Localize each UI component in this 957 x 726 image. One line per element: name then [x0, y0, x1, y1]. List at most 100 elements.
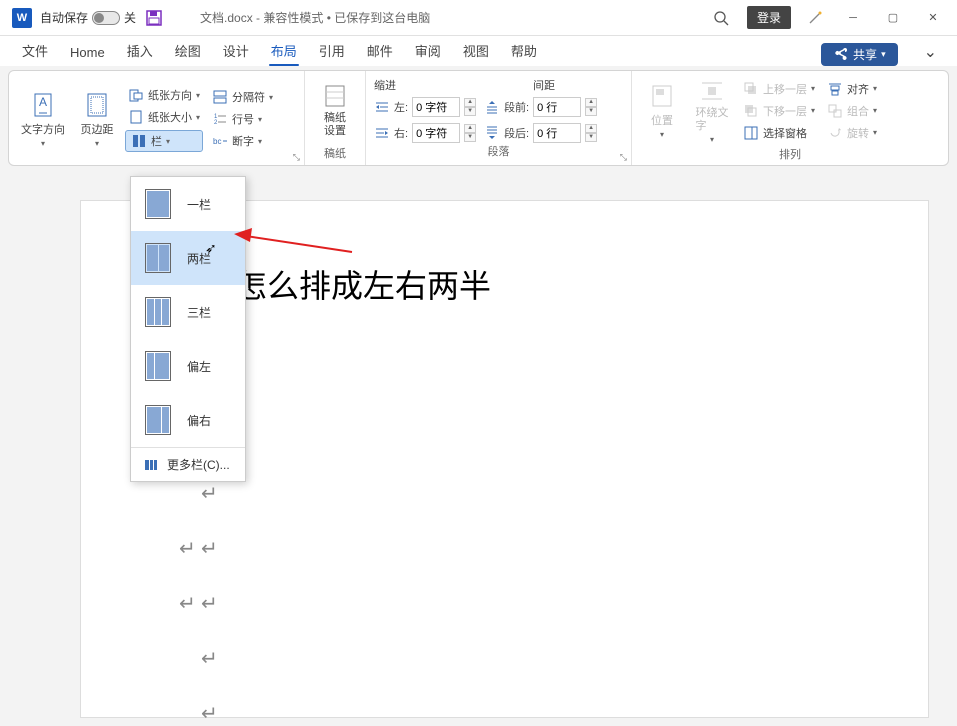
- more-columns-icon: [143, 457, 159, 473]
- columns-option-right[interactable]: 偏右: [131, 393, 245, 447]
- spinner[interactable]: ▲▼: [585, 98, 597, 116]
- position-label: 位置: [651, 112, 673, 128]
- space-before[interactable]: 段前: ▲▼: [484, 97, 597, 117]
- columns-option-one[interactable]: 一栏: [131, 177, 245, 231]
- autosave-switch-icon[interactable]: [92, 11, 120, 25]
- space-before-input[interactable]: [533, 97, 581, 117]
- close-button[interactable]: ✕: [913, 11, 953, 24]
- tab-review[interactable]: 审阅: [405, 37, 451, 66]
- group-title-manuscript: 稿纸: [313, 145, 357, 163]
- columns-option-left[interactable]: 偏左: [131, 339, 245, 393]
- space-before-icon: [484, 99, 500, 115]
- align-label: 对齐: [847, 81, 869, 97]
- manuscript-label: 稿纸 设置: [324, 112, 346, 138]
- autosave-state: 关: [124, 9, 136, 26]
- paragraph-mark: ↵: [201, 646, 218, 671]
- ribbon-tabs: 文件 Home 插入 绘图 设计 布局 引用 邮件 审阅 视图 帮助 共享 ▾ …: [0, 36, 957, 66]
- tab-file[interactable]: 文件: [12, 37, 58, 66]
- group-manuscript: 稿纸 设置 稿纸: [305, 71, 366, 165]
- share-dropdown-icon: ▾: [881, 49, 886, 60]
- columns-option-three[interactable]: 三栏: [131, 285, 245, 339]
- tab-help[interactable]: 帮助: [501, 37, 547, 66]
- more-columns-label: 更多栏(C)...: [167, 456, 230, 473]
- orientation-icon: [128, 87, 144, 103]
- manuscript-settings-button[interactable]: 稿纸 设置: [313, 75, 357, 145]
- columns-option-label: 偏右: [187, 412, 211, 429]
- ribbon: A 文字方向 ▾ 页边距 ▾ 纸张方向▾ 纸张大小▾: [8, 70, 949, 166]
- columns-option-two[interactable]: 两栏: [131, 231, 245, 285]
- indent-left-icon: [374, 99, 390, 115]
- save-icon[interactable]: [146, 10, 162, 26]
- text-direction-label: 文字方向: [21, 121, 65, 137]
- tab-view[interactable]: 视图: [453, 37, 499, 66]
- paper-size-button[interactable]: 纸张大小▾: [125, 108, 203, 126]
- group-title-paragraph: 段落: [374, 143, 623, 161]
- page-setup-launcher-icon[interactable]: ⤡: [293, 152, 300, 163]
- indent-right-label: 右:: [394, 125, 408, 141]
- indent-right-input[interactable]: [412, 123, 460, 143]
- hyphenation-icon: bc: [212, 133, 228, 149]
- columns-dropdown-menu: 一栏 两栏 三栏 偏左 偏右 更多栏(C)...: [130, 176, 246, 482]
- tab-layout[interactable]: 布局: [261, 37, 307, 66]
- manuscript-icon: [321, 82, 349, 110]
- group-title-arrange: 排列: [640, 146, 940, 164]
- paragraph-launcher-icon[interactable]: ⤡: [620, 152, 627, 163]
- selection-pane-button[interactable]: 选择窗格: [740, 124, 818, 142]
- svg-text:2: 2: [214, 120, 218, 126]
- rotate-button: 旋转▾: [824, 124, 880, 142]
- document-title: 文档.docx - 兼容性模式 • 已保存到这台电脑: [200, 9, 430, 26]
- wrap-text-button: 环绕文 字▾: [690, 75, 734, 146]
- spinner[interactable]: ▲▼: [464, 124, 476, 142]
- spinner[interactable]: ▲▼: [464, 98, 476, 116]
- maximize-button[interactable]: ▢: [873, 11, 913, 24]
- send-backward-icon: [743, 103, 759, 119]
- hyphenation-button[interactable]: bc 断字▾: [209, 132, 276, 150]
- line-numbers-button[interactable]: 12 行号▾: [209, 110, 276, 128]
- line-numbers-icon: 12: [212, 111, 228, 127]
- space-after-label: 段后:: [504, 125, 529, 141]
- indent-left-input[interactable]: [412, 97, 460, 117]
- space-after[interactable]: 段后: ▲▼: [484, 123, 597, 143]
- wrap-text-icon: [698, 77, 726, 105]
- magic-wand-icon[interactable]: [807, 10, 823, 26]
- rotate-icon: [827, 125, 843, 141]
- collapse-ribbon-button[interactable]: ⌄: [916, 38, 945, 66]
- space-after-input[interactable]: [533, 123, 581, 143]
- tab-home[interactable]: Home: [60, 41, 115, 66]
- paper-size-label: 纸张大小: [148, 109, 192, 125]
- columns-icon: [131, 133, 147, 149]
- columns-option-label: 三栏: [187, 304, 211, 321]
- autosave-toggle[interactable]: 自动保存 关: [40, 9, 136, 26]
- tab-insert[interactable]: 插入: [117, 37, 163, 66]
- columns-option-label: 偏左: [187, 358, 211, 375]
- margins-button[interactable]: 页边距 ▾: [75, 75, 119, 163]
- tab-draw[interactable]: 绘图: [165, 37, 211, 66]
- orientation-button[interactable]: 纸张方向▾: [125, 86, 203, 104]
- spinner[interactable]: ▲▼: [585, 124, 597, 142]
- tab-mail[interactable]: 邮件: [357, 37, 403, 66]
- svg-text:bc: bc: [213, 137, 221, 146]
- search-icon[interactable]: [713, 10, 729, 26]
- tab-design[interactable]: 设计: [213, 37, 259, 66]
- orientation-label: 纸张方向: [148, 87, 192, 103]
- indent-right[interactable]: 右: ▲▼: [374, 123, 476, 143]
- align-button[interactable]: 对齐▾: [824, 80, 880, 98]
- columns-more-option[interactable]: 更多栏(C)...: [131, 447, 245, 481]
- tab-references[interactable]: 引用: [309, 37, 355, 66]
- breaks-button[interactable]: 分隔符▾: [209, 88, 276, 106]
- position-icon: [648, 82, 676, 110]
- annotation-arrow: [234, 228, 354, 268]
- margins-icon: [83, 91, 111, 119]
- text-direction-button[interactable]: A 文字方向 ▾: [17, 75, 69, 163]
- paragraph-mark: ↵: [201, 481, 218, 506]
- title-bar: W 自动保存 关 文档.docx - 兼容性模式 • 已保存到这台电脑 登录 ─…: [0, 0, 957, 36]
- login-button[interactable]: 登录: [747, 6, 791, 29]
- columns-button[interactable]: 栏▾: [125, 130, 203, 152]
- bring-forward-icon: [743, 81, 759, 97]
- wrap-text-label: 环绕文 字: [696, 107, 729, 133]
- share-button[interactable]: 共享 ▾: [821, 43, 898, 66]
- minimize-button[interactable]: ─: [833, 12, 873, 24]
- columns-label: 栏: [151, 133, 162, 149]
- indent-left[interactable]: 左: ▲▼: [374, 97, 476, 117]
- breaks-label: 分隔符: [232, 89, 265, 105]
